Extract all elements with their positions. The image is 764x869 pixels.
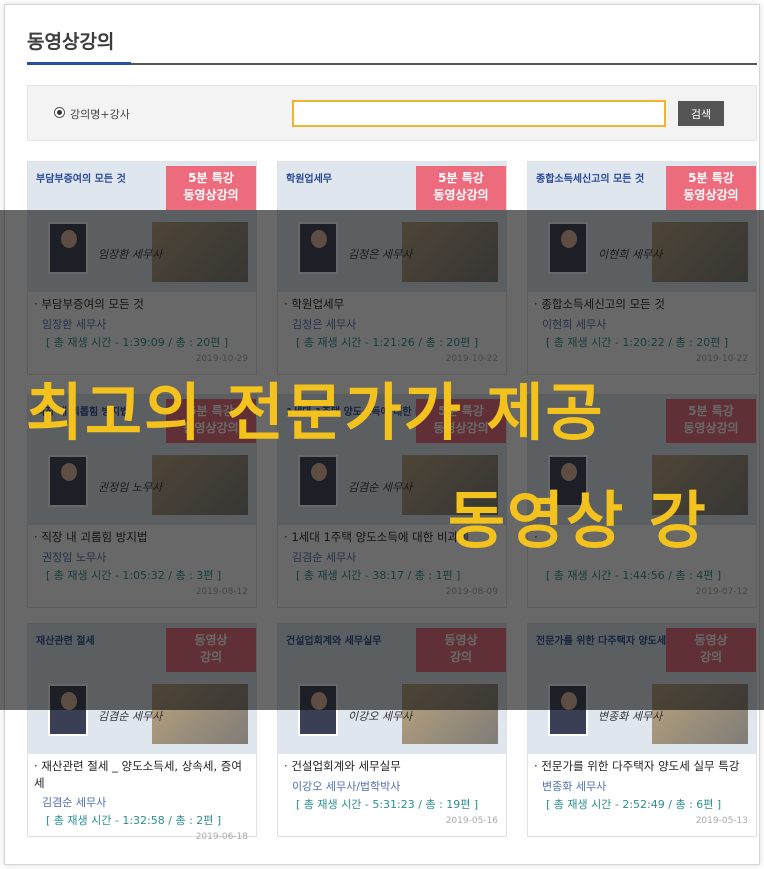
overlay-headline: 최고의 전문가가 제공: [26, 376, 605, 449]
badge-line: 5분 특강: [438, 171, 484, 185]
search-bar: 강의명+강사 검색: [27, 85, 757, 141]
search-type-radio[interactable]: [54, 107, 65, 118]
badge-line: 동영상강의: [433, 188, 489, 202]
badge-line: 5분 특강: [688, 171, 734, 185]
course-date: 2019-05-13: [695, 816, 748, 826]
course-date: 2019-06-18: [195, 832, 248, 842]
course-runtime: [ 총 재생 시간 - 2:52:49 / 총 : 6편 ]: [546, 798, 722, 811]
search-type-label: 강의명+강사: [70, 108, 130, 121]
badge-line: 동영상강의: [183, 188, 239, 202]
overlay-subheadline: 동영상 강: [448, 484, 708, 557]
thumbnail-title: 학원업세무: [286, 174, 332, 185]
instructor-signature: 이강오 세무사: [348, 710, 413, 723]
lecture-badge: 5분 특강 동영상강의: [666, 166, 756, 210]
course-runtime: [ 총 재생 시간 - 1:32:58 / 총 : 2편 ]: [46, 814, 222, 827]
promo-overlay: [0, 210, 764, 710]
thumbnail-title: 종합소득세신고의 모든 것: [536, 174, 645, 185]
instructor-signature: 변종화 세무사: [598, 710, 663, 723]
title-divider: [27, 63, 757, 65]
lecture-badge: 5분 특강 동영상강의: [416, 166, 506, 210]
badge-line: 동영상강의: [683, 188, 739, 202]
thumbnail-title: 부담부증여의 모든 것: [36, 174, 126, 185]
lecture-badge: 5분 특강 동영상강의: [166, 166, 256, 210]
course-title[interactable]: 전문가를 위한 다주택자 양도세 실무 특강: [534, 758, 752, 775]
course-instructor: 이강오 세무사/법학박사: [292, 780, 401, 793]
course-instructor: 변종화 세무사: [542, 780, 607, 793]
course-title[interactable]: 건설업회계와 세무실무: [284, 758, 502, 775]
search-input[interactable]: [292, 100, 666, 127]
badge-line: 5분 특강: [188, 171, 234, 185]
course-instructor: 김겸순 세무사: [42, 796, 107, 809]
course-title[interactable]: 재산관련 절세 _ 양도소득세, 상속세, 증여세: [34, 758, 252, 792]
page-title: 동영상강의: [27, 31, 115, 53]
title-accent-bar: [27, 62, 131, 65]
course-runtime: [ 총 재생 시간 - 5:31:23 / 총 : 19편 ]: [296, 798, 479, 811]
search-button[interactable]: 검색: [678, 101, 724, 126]
course-date: 2019-05-16: [445, 816, 498, 826]
instructor-signature: 김겸순 세무사: [98, 710, 163, 723]
